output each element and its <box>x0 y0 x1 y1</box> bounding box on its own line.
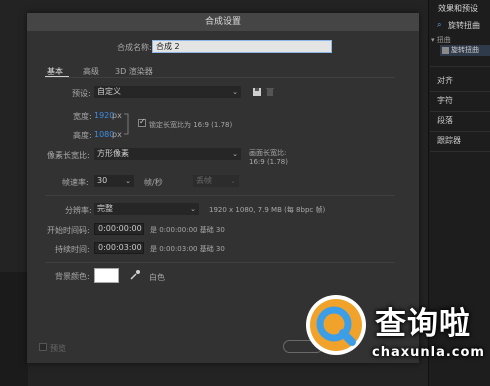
start-timecode-info: 是 0:00:00:00 基础 30 <box>150 226 225 234</box>
effects-item-twirl[interactable]: 旋转扭曲 <box>440 45 490 56</box>
chevron-down-icon: ⌄ <box>232 88 238 96</box>
eyedropper-icon[interactable] <box>129 269 141 281</box>
pixel-aspect-value: 方形像素 <box>97 149 129 158</box>
height-unit: px <box>112 130 122 139</box>
chevron-down-icon: ⌄ <box>190 205 196 213</box>
frame-rate-unit: 帧/秒 <box>144 178 163 187</box>
chevron-down-icon: ⌄ <box>125 177 131 185</box>
duration-info: 是 0:00:03:00 基础 30 <box>150 245 225 253</box>
search-icon: ⌕ <box>437 20 442 29</box>
effects-panel-title: 效果和预设 <box>438 4 478 13</box>
delete-preset-icon[interactable] <box>265 87 275 97</box>
panel-paragraph[interactable]: 段落 <box>437 112 490 130</box>
divider <box>430 66 490 67</box>
resolution-label: 分辨率: <box>65 206 92 215</box>
width-unit: px <box>112 111 122 120</box>
workspace-strip <box>0 272 28 386</box>
effects-search[interactable]: ⌕ 旋转扭曲 <box>437 19 490 30</box>
chevron-down-icon: ⌄ <box>230 177 236 185</box>
save-preset-icon[interactable] <box>252 87 262 97</box>
comp-name-input[interactable]: 合成 2 <box>152 40 332 53</box>
tab-divider <box>45 77 395 78</box>
effects-search-text: 旋转扭曲 <box>448 21 480 30</box>
lock-aspect-label: 锁定长宽比为 16:9 (1.78) <box>149 121 233 129</box>
frame-aspect-value: 16:9 (1.78) <box>249 158 288 166</box>
tab-3d-renderer[interactable]: 3D 渲染器 <box>115 66 153 77</box>
panel-align[interactable]: 对齐 <box>437 72 490 90</box>
preview-label: 预览 <box>50 344 66 353</box>
duration-label: 持续时间: <box>55 245 90 254</box>
frame-rate-dropdown[interactable]: 30 ⌄ <box>94 175 134 187</box>
resolution-value: 完整 <box>97 204 113 213</box>
preview-checkbox[interactable] <box>39 343 47 351</box>
width-label: 宽度: <box>73 112 92 121</box>
dialog-title: 合成设置 <box>27 13 419 31</box>
frame-aspect-label: 画面长宽比: <box>249 149 287 157</box>
section-divider <box>45 195 395 196</box>
drop-frame-dropdown: 丢帧 ⌄ <box>193 175 239 187</box>
preset-value: 自定义 <box>97 87 121 96</box>
effects-group-distort[interactable]: ▾ 扭曲 <box>431 35 451 45</box>
lock-aspect-checkbox[interactable]: ✓ <box>138 117 146 127</box>
duration-input[interactable]: 0:00:03:00 <box>94 242 144 254</box>
comp-name-label: 合成名称: <box>117 43 152 52</box>
link-bracket <box>124 113 129 135</box>
bg-color-name: 白色 <box>149 273 165 282</box>
start-timecode-label: 开始时间码: <box>47 226 90 235</box>
pixel-aspect-dropdown[interactable]: 方形像素 ⌄ <box>94 148 241 160</box>
watermark-logo <box>305 294 367 356</box>
resolution-info: 1920 x 1080, 7.9 MB (每 8bpc 帧) <box>209 206 326 214</box>
chevron-down-icon: ⌄ <box>232 150 238 158</box>
bg-color-swatch[interactable] <box>94 268 119 283</box>
divider <box>430 151 490 152</box>
preset-label: 预设: <box>72 89 91 98</box>
tab-advanced[interactable]: 高级 <box>83 66 99 77</box>
bg-color-label: 背景颜色: <box>55 272 90 281</box>
watermark-url: chaxunla.com <box>372 345 485 360</box>
preset-dropdown[interactable]: 自定义 ⌄ <box>94 86 241 98</box>
frame-rate-value: 30 <box>97 176 108 185</box>
panel-tracker[interactable]: 跟踪器 <box>437 132 490 150</box>
drop-frame-value: 丢帧 <box>196 176 212 185</box>
checkmark-icon: ✓ <box>139 117 146 126</box>
pixel-aspect-label: 像素长宽比: <box>47 151 90 160</box>
resolution-dropdown[interactable]: 完整 ⌄ <box>94 203 199 215</box>
frame-rate-label: 帧速率: <box>62 178 89 187</box>
section-divider <box>45 262 395 263</box>
height-label: 高度: <box>73 131 92 140</box>
panel-character[interactable]: 字符 <box>437 92 490 110</box>
watermark-text: 查询啦 <box>375 306 471 342</box>
start-timecode-input[interactable]: 0:00:00:00 <box>94 223 144 235</box>
effect-icon <box>442 47 449 54</box>
